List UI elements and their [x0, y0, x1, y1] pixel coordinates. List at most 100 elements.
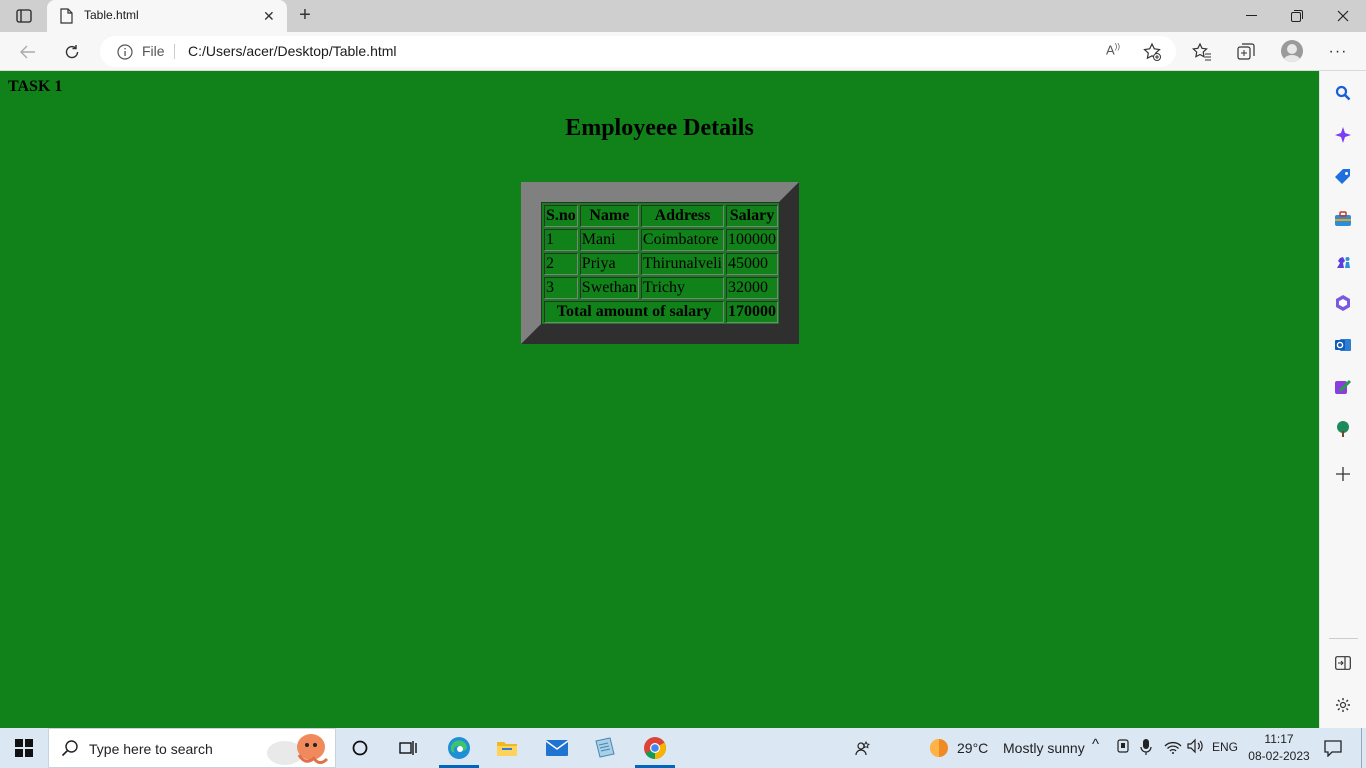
- add-favorite-icon[interactable]: [1142, 42, 1162, 62]
- url-field[interactable]: File C:/Users/acer/Desktop/Table.html A)…: [100, 36, 1176, 67]
- start-button[interactable]: [0, 728, 48, 768]
- sidebar-games-button[interactable]: [1332, 250, 1354, 272]
- table-cell: Trichy: [640, 277, 724, 299]
- microphone-icon[interactable]: [1140, 738, 1152, 756]
- back-arrow-icon: [20, 45, 35, 59]
- weather-temperature: 29°C: [957, 740, 989, 756]
- chess-piece-icon: [1337, 257, 1350, 268]
- column-header: Name: [579, 205, 639, 227]
- page-icon: [60, 8, 73, 24]
- close-icon: [1337, 10, 1349, 22]
- total-value: 170000: [726, 301, 778, 323]
- task-view-button[interactable]: [394, 734, 422, 762]
- table-cell: 2: [544, 253, 578, 275]
- taskbar-mail-button[interactable]: [543, 734, 571, 762]
- taskbar-file-explorer-button[interactable]: [493, 734, 521, 762]
- sidebar-discover-button[interactable]: [1332, 124, 1354, 146]
- sunny-weather-icon: [930, 739, 948, 757]
- taskbar-edge-button[interactable]: [445, 734, 473, 762]
- table-row: 1 Mani Coimbatore 100000: [544, 229, 778, 251]
- notepad-icon: [595, 737, 615, 758]
- sidebar-tools-button[interactable]: [1332, 208, 1354, 230]
- collections-button[interactable]: [1234, 40, 1258, 64]
- sparkle-icon: [1335, 127, 1351, 143]
- hide-sidebar-icon: [1335, 656, 1351, 670]
- people-button[interactable]: [849, 734, 877, 762]
- refresh-icon: [65, 45, 79, 59]
- tab-actions-button[interactable]: [8, 6, 40, 26]
- settings-more-button[interactable]: ···: [1326, 40, 1350, 64]
- sidebar-add-button[interactable]: [1332, 463, 1354, 485]
- weather-widget[interactable]: 29°C Mostly sunny: [927, 736, 1087, 760]
- minimize-button[interactable]: [1228, 0, 1274, 32]
- sidebar-shopping-button[interactable]: [1332, 166, 1354, 188]
- page-heading: Employeee Details: [565, 115, 754, 141]
- volume-icon[interactable]: [1187, 738, 1205, 754]
- profile-avatar[interactable]: [1281, 40, 1303, 62]
- browser-tab[interactable]: Table.html ✕: [47, 0, 287, 32]
- clock-date: 08-02-2023: [1248, 749, 1310, 763]
- refresh-button[interactable]: [60, 40, 84, 64]
- show-hidden-icons-chevron-icon[interactable]: ^: [1092, 736, 1099, 753]
- taskbar-search-box[interactable]: Type here to search: [48, 728, 336, 768]
- collections-icon: [1237, 43, 1255, 60]
- restore-icon: [1291, 10, 1303, 22]
- tab-bar: Table.html ✕ +: [0, 0, 1366, 32]
- close-window-button[interactable]: [1320, 0, 1366, 32]
- language-indicator[interactable]: ENG: [1212, 740, 1238, 754]
- table-total-row: Total amount of salary 170000: [544, 301, 778, 323]
- weather-condition: Mostly sunny: [1003, 740, 1085, 756]
- sidebar-office-button[interactable]: [1332, 292, 1354, 314]
- task-label: TASK 1: [8, 78, 63, 95]
- table-cell: Thirunalveli: [640, 253, 724, 275]
- tab-title: Table.html: [84, 8, 139, 22]
- table-border-frame: S.no Name Address Salary 1 Mani Coimbato…: [521, 182, 799, 344]
- column-header: Address: [640, 205, 724, 227]
- search-placeholder: Type here to search: [89, 741, 213, 757]
- cortana-circle-icon: [352, 740, 368, 756]
- page-content: TASK 1 Employeee Details S.no Name Addre…: [0, 71, 1319, 728]
- tree-icon: [1337, 421, 1349, 437]
- sidebar-divider: [1329, 638, 1358, 639]
- table-cell: Swethan: [579, 277, 639, 299]
- total-label: Total amount of salary: [544, 301, 724, 323]
- info-icon[interactable]: [117, 44, 133, 60]
- sidebar-settings-button[interactable]: [1332, 694, 1354, 716]
- taskbar-chrome-button[interactable]: [641, 734, 669, 762]
- windows-logo-icon: [15, 739, 33, 757]
- taskbar-notepad-button[interactable]: [591, 734, 619, 762]
- office-icon: [1336, 295, 1350, 311]
- table-cell: 1: [544, 229, 578, 251]
- show-desktop-button[interactable]: [1361, 728, 1366, 768]
- task-view-icon: [399, 741, 417, 755]
- read-aloud-icon[interactable]: A)): [1106, 42, 1120, 57]
- new-tab-button[interactable]: +: [294, 5, 316, 27]
- employee-table: S.no Name Address Salary 1 Mani Coimbato…: [541, 202, 781, 326]
- more-icon: ···: [1328, 43, 1348, 60]
- search-highlight-illustration-icon: [267, 734, 329, 765]
- favorites-button[interactable]: [1190, 40, 1214, 64]
- back-button[interactable]: [16, 40, 40, 64]
- sidebar-outlook-button[interactable]: [1332, 334, 1354, 356]
- table-cell: 100000: [726, 229, 778, 251]
- device-icon[interactable]: [1116, 738, 1130, 754]
- close-tab-icon[interactable]: ✕: [263, 8, 275, 24]
- notifications-button[interactable]: [1319, 734, 1347, 762]
- sidebar-designer-button[interactable]: [1332, 376, 1354, 398]
- address-bar-row: File C:/Users/acer/Desktop/Table.html A)…: [0, 32, 1366, 71]
- toolbox-icon: [1335, 211, 1351, 226]
- tag-icon: [1335, 169, 1350, 184]
- table-cell: Priya: [579, 253, 639, 275]
- edge-browser-icon: [448, 737, 470, 759]
- url-text[interactable]: C:/Users/acer/Desktop/Table.html: [188, 43, 397, 59]
- column-header: S.no: [544, 205, 578, 227]
- wifi-icon[interactable]: [1164, 738, 1182, 754]
- restore-button[interactable]: [1274, 0, 1320, 32]
- cortana-button[interactable]: [346, 734, 374, 762]
- search-icon: [1335, 85, 1351, 101]
- system-clock[interactable]: 11:17 08-02-2023: [1244, 731, 1314, 765]
- sidebar-search-button[interactable]: [1332, 82, 1354, 104]
- sidebar-hide-button[interactable]: [1332, 652, 1354, 674]
- sidebar-tree-button[interactable]: [1332, 418, 1354, 440]
- gear-icon: [1336, 698, 1350, 712]
